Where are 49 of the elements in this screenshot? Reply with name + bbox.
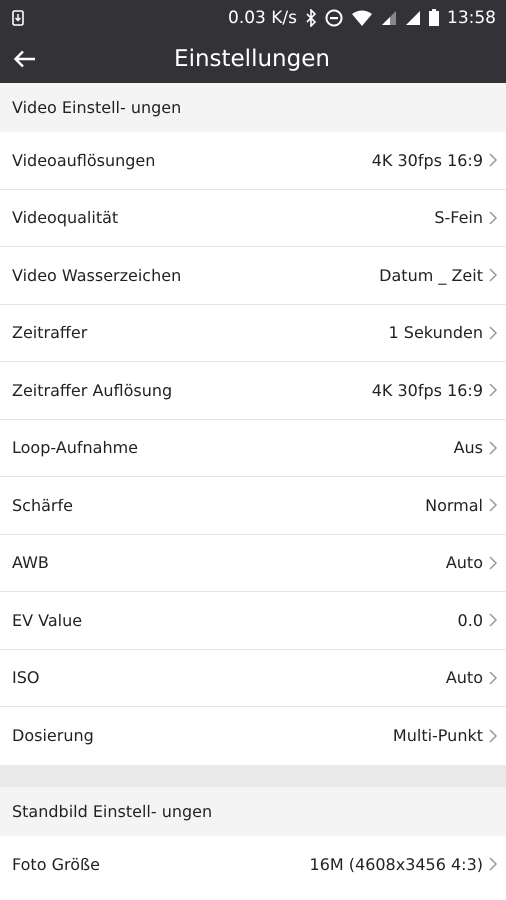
clock-time: 13:58: [447, 8, 496, 28]
setting-label: Videoauflösungen: [12, 150, 156, 170]
setting-label: AWB: [12, 553, 50, 572]
setting-label: Video Wasserzeichen: [12, 266, 182, 285]
section-header: Video Einstell- ungen: [0, 83, 506, 132]
setting-value: Aus: [454, 438, 483, 458]
setting-value: 4K 30fps 16:9: [372, 380, 483, 400]
back-arrow-icon: [14, 50, 36, 68]
setting-label: EV Value: [12, 610, 84, 630]
settings-row[interactable]: Schärfe Normal: [0, 477, 506, 534]
setting-value: Normal: [425, 496, 483, 515]
signal-icon: [381, 10, 397, 26]
setting-value: 0.0: [458, 610, 483, 630]
settings-row[interactable]: Videoqualität S-Fein: [0, 190, 506, 247]
setting-value: 4K 30fps 16:9: [372, 150, 483, 170]
setting-label: Zeitraffer Auflösung: [12, 380, 174, 400]
settings-row[interactable]: EV Value 0.0: [0, 592, 506, 650]
setting-value: Auto: [446, 668, 483, 688]
setting-label: Videoqualität: [12, 208, 120, 228]
setting-label: ISO: [12, 668, 40, 688]
do-not-disturb-icon: [325, 8, 343, 26]
setting-value: 1 Sekunden: [388, 323, 483, 342]
download-notification-icon: [12, 10, 24, 26]
settings-row[interactable]: Dosierung Multi-Punkt: [0, 707, 506, 764]
section-header: Standbild Einstell- ungen: [0, 786, 506, 836]
setting-value: Datum _ Zeit: [379, 266, 483, 285]
setting-label: Loop-Aufnahme: [12, 438, 140, 458]
setting-label: Dosierung: [12, 726, 95, 746]
wifi-icon: [351, 10, 373, 26]
settings-row[interactable]: Loop-Aufnahme Aus: [0, 420, 506, 477]
settings-row[interactable]: Zeitraffer 1 Sekunden: [0, 304, 506, 362]
settings-row[interactable]: AWB Auto: [0, 534, 506, 592]
settings-row[interactable]: Videoauflösungen 4K 30fps 16:9: [0, 132, 506, 190]
setting-value: S-Fein: [434, 208, 483, 228]
setting-value: Multi-Punkt: [392, 726, 483, 746]
setting-label: Schärfe: [12, 496, 74, 515]
battery-icon: [429, 9, 439, 26]
screen-title: Einstellungen: [173, 46, 331, 72]
signal-icon: [405, 10, 421, 26]
settings-row[interactable]: Video Wasserzeichen Datum _ Zeit: [0, 247, 506, 304]
settings-row[interactable]: Foto Größe 16M (4608x3456 4:3): [0, 836, 506, 893]
setting-label: Zeitraffer: [12, 323, 88, 342]
network-speed: 0.03 K/s: [228, 8, 297, 28]
settings-row[interactable]: Zeitraffer Auflösung 4K 30fps 16:9: [0, 362, 506, 420]
setting-value: 16M (4608x3456 4:3): [310, 854, 483, 874]
setting-label: Foto Größe: [12, 854, 101, 874]
bluetooth-icon: [305, 8, 317, 26]
settings-row[interactable]: ISO Auto: [0, 650, 506, 707]
setting-value: Auto: [446, 553, 483, 572]
